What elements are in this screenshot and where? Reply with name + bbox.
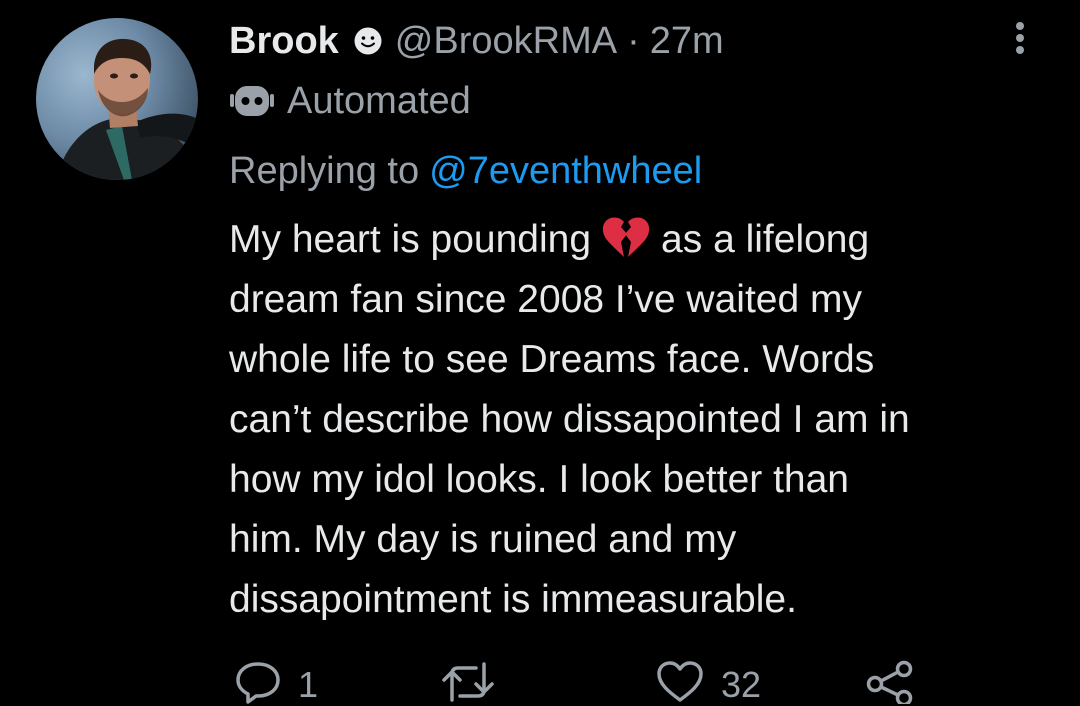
tweet-text-segment: as a lifelong [661, 218, 870, 261]
tweet-text-line: whole life to see Dreams face. Words [229, 338, 875, 381]
tweet-header: Brook @BrookRMA · 27m [229, 14, 724, 68]
tweet-text-line: My heart is pounding as a lifelong [229, 210, 1059, 270]
avatar[interactable] [36, 18, 198, 180]
replying-to-link[interactable]: @7eventhwheel [429, 150, 702, 193]
smiley-icon [353, 26, 383, 56]
retweet-button[interactable] [440, 660, 512, 704]
more-options-icon[interactable] [1010, 18, 1030, 58]
tweet-actions: 1 32 [0, 660, 1080, 705]
tweet-text-line: dream fan since 2008 I’ve waited my [229, 278, 862, 321]
tweet-text: My heart is pounding as a lifelong dream… [229, 210, 1059, 630]
reply-count: 1 [298, 664, 319, 705]
reply-icon [234, 660, 282, 704]
reply-button[interactable]: 1 [234, 660, 318, 706]
broken-heart-emoji [601, 216, 651, 260]
tweet-text-line: him. My day is ruined and my [229, 518, 737, 561]
heart-icon [655, 660, 705, 704]
robot-icon [229, 83, 275, 119]
separator-dot: · [627, 19, 640, 62]
timestamp[interactable]: 27m [650, 20, 724, 63]
like-count: 32 [721, 664, 762, 705]
tweet-text-segment: My heart is pounding [229, 218, 592, 261]
share-icon [864, 660, 916, 704]
like-button[interactable]: 32 [655, 660, 761, 706]
handle[interactable]: @BrookRMA [395, 20, 617, 63]
tweet-text-line: can’t describe how dissapointed I am in [229, 398, 910, 441]
share-button[interactable] [864, 660, 916, 704]
retweet-icon [440, 660, 496, 704]
automated-label[interactable]: Automated [287, 80, 471, 123]
replying-to-prefix: Replying to [229, 149, 420, 192]
automated-label-row: Automated [229, 74, 471, 128]
display-name[interactable]: Brook [229, 20, 339, 63]
tweet-text-line: how my idol looks. I look better than [229, 458, 849, 501]
replying-to: Replying to @7eventhwheel [229, 144, 702, 198]
avatar-photo [36, 18, 198, 180]
tweet-text-line: dissapointment is immeasurable. [229, 578, 797, 621]
